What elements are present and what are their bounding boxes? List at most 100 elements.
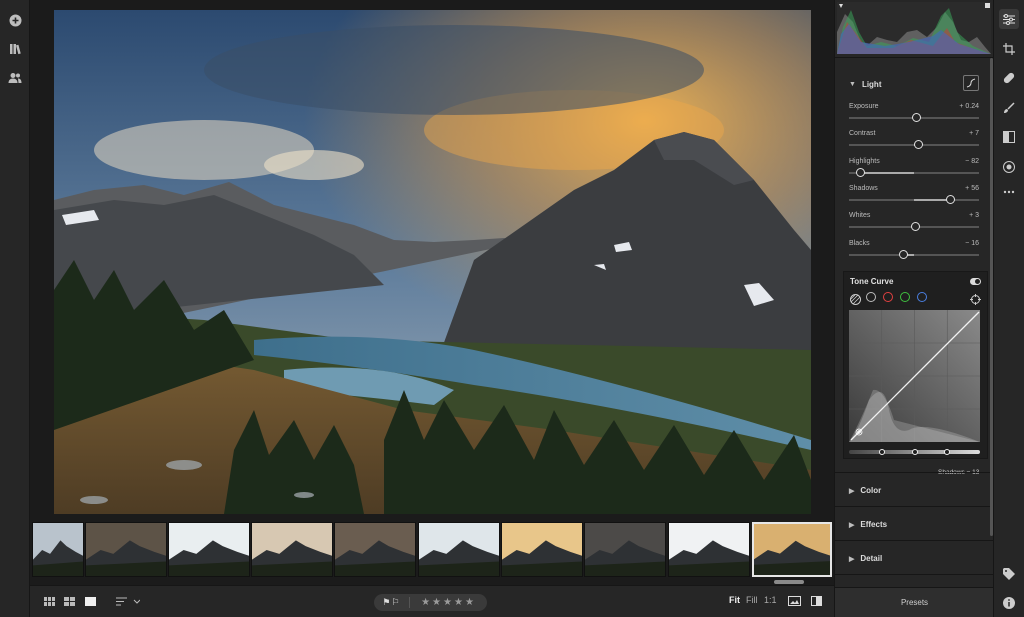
crop-icon[interactable] [1002,42,1016,56]
tone-range-knob[interactable] [911,448,918,455]
gradient-icon[interactable] [1002,130,1016,144]
more-icon[interactable] [1002,185,1016,199]
slider-value: − 16 [965,240,979,247]
color-section-header[interactable]: ▶ Color [849,486,881,495]
light-section-header[interactable]: ▼ Light [849,80,881,89]
slider-track[interactable] [849,254,979,256]
tone-curve-toggle-button[interactable] [963,75,979,91]
presets-button[interactable]: Presets [835,587,994,617]
slider-label: Highlights [849,158,880,165]
tone-curve-box: Tone Curve [843,271,988,476]
zoom-fill-button[interactable]: Fill [746,595,758,605]
zoom-1to1-button[interactable]: 1:1 [764,595,777,605]
flag-rating-group: ⚑⚐ ★★★★★ [374,594,487,611]
slider-label: Blacks [849,240,870,247]
radial-icon[interactable] [1002,160,1016,174]
filmstrip-thumbnail[interactable] [168,522,250,577]
filmstrip-thumbnail[interactable] [32,522,84,577]
single-view-icon[interactable] [85,597,96,608]
slider-label: Contrast [849,130,876,137]
edit-sliders-icon[interactable] [999,9,1019,29]
tone-curve-plot[interactable]: Shadows − 13 [849,310,980,476]
curve-icon [966,78,976,88]
zoom-fit-button[interactable]: Fit [729,595,740,605]
filmstrip-thumbnail[interactable] [334,522,416,577]
slider-blacks[interactable]: Blacks − 16 [849,240,979,266]
slider-exposure[interactable]: Exposure + 0.24 [849,103,979,129]
chevron-down-icon: ▼ [849,81,856,88]
slider-value: + 7 [969,130,979,137]
chevron-right-icon: ▶ [849,487,855,495]
filmstrip-thumbnail[interactable] [752,522,832,577]
lightroom-app: ⚑⚐ ★★★★★ Fit Fill 1:1 ▼ Light Exposure +… [0,0,1024,617]
tone-range-knob[interactable] [944,448,951,455]
filmstrip-thumbnail[interactable] [418,522,500,577]
detail-section-header[interactable]: ▶ Detail [849,554,882,563]
section-title: Detail [860,554,883,563]
filmstrip-thumbnail[interactable] [251,522,333,577]
effects-section-header[interactable]: ▶ Effects [849,520,887,529]
blue-channel-button[interactable] [917,292,927,302]
compare-icon[interactable] [811,596,822,608]
filmstrip-thumbnail[interactable] [668,522,750,577]
library-icon[interactable] [8,42,22,56]
edit-panel: ▼ Light Exposure + 0.24 Contrast + 7 Highlig… [834,0,994,617]
slider-knob[interactable] [899,250,909,259]
grid-large-icon[interactable] [44,597,55,608]
panel-divider [835,540,994,541]
grid-small-icon[interactable] [64,597,75,608]
photo-canvas [30,0,834,519]
slider-knob[interactable] [911,222,921,231]
tag-icon[interactable] [1002,567,1016,581]
chevron-right-icon: ▶ [849,555,855,563]
left-rail [0,0,30,617]
slider-highlights[interactable]: Highlights − 82 [849,158,979,184]
filmstrip [30,519,834,585]
tone-range-knob[interactable] [878,448,885,455]
slider-knob[interactable] [856,168,866,177]
healing-icon[interactable] [1002,71,1016,85]
filmstrip-thumbnail[interactable] [584,522,666,577]
parametric-curve-icon[interactable] [850,292,861,305]
tone-range-slider[interactable] [849,448,980,455]
target-adjust-icon[interactable] [970,292,981,305]
slider-value: + 0.24 [959,103,979,110]
tone-curve-enable-toggle[interactable] [970,278,981,285]
section-title: Color [860,486,882,495]
filmstrip-thumbnail[interactable] [85,522,167,577]
panel-divider [835,57,994,58]
red-channel-button[interactable] [883,292,893,302]
brush-icon[interactable] [1002,101,1016,115]
add-photos-icon[interactable] [8,13,22,27]
slider-value: − 82 [965,158,979,165]
right-rail [993,0,1024,617]
section-title: Effects [860,520,888,529]
filmstrip-thumbnail[interactable] [501,522,583,577]
bottom-toolbar: ⚑⚐ ★★★★★ Fit Fill 1:1 [30,585,834,617]
flag-buttons[interactable]: ⚑⚐ [374,597,410,608]
before-after-icon[interactable] [788,596,801,608]
green-channel-button[interactable] [900,292,910,302]
slider-contrast[interactable]: Contrast + 7 [849,130,979,156]
info-icon[interactable] [1002,596,1016,610]
slider-label: Shadows [849,185,878,192]
slider-label: Whites [849,212,871,219]
slider-knob[interactable] [914,140,924,149]
slider-shadows[interactable]: Shadows + 56 [849,185,979,211]
panel-divider [835,574,994,575]
star-rating[interactable]: ★★★★★ [410,597,487,608]
slider-knob[interactable] [912,113,922,122]
slider-knob[interactable] [945,195,955,204]
slider-value: + 56 [965,185,979,192]
rgb-channel-button[interactable] [866,292,876,302]
slider-whites[interactable]: Whites + 3 [849,212,979,238]
presets-label: Presets [900,598,929,607]
tone-curve-title: Tone Curve [850,277,894,286]
sort-icon[interactable] [116,597,141,608]
filmstrip-scroll-thumb[interactable] [774,580,804,584]
slider-value: + 3 [969,212,979,219]
people-icon[interactable] [8,71,22,85]
chevron-right-icon: ▶ [849,521,855,529]
main-photo[interactable] [54,10,811,514]
slider-fill [914,199,951,201]
